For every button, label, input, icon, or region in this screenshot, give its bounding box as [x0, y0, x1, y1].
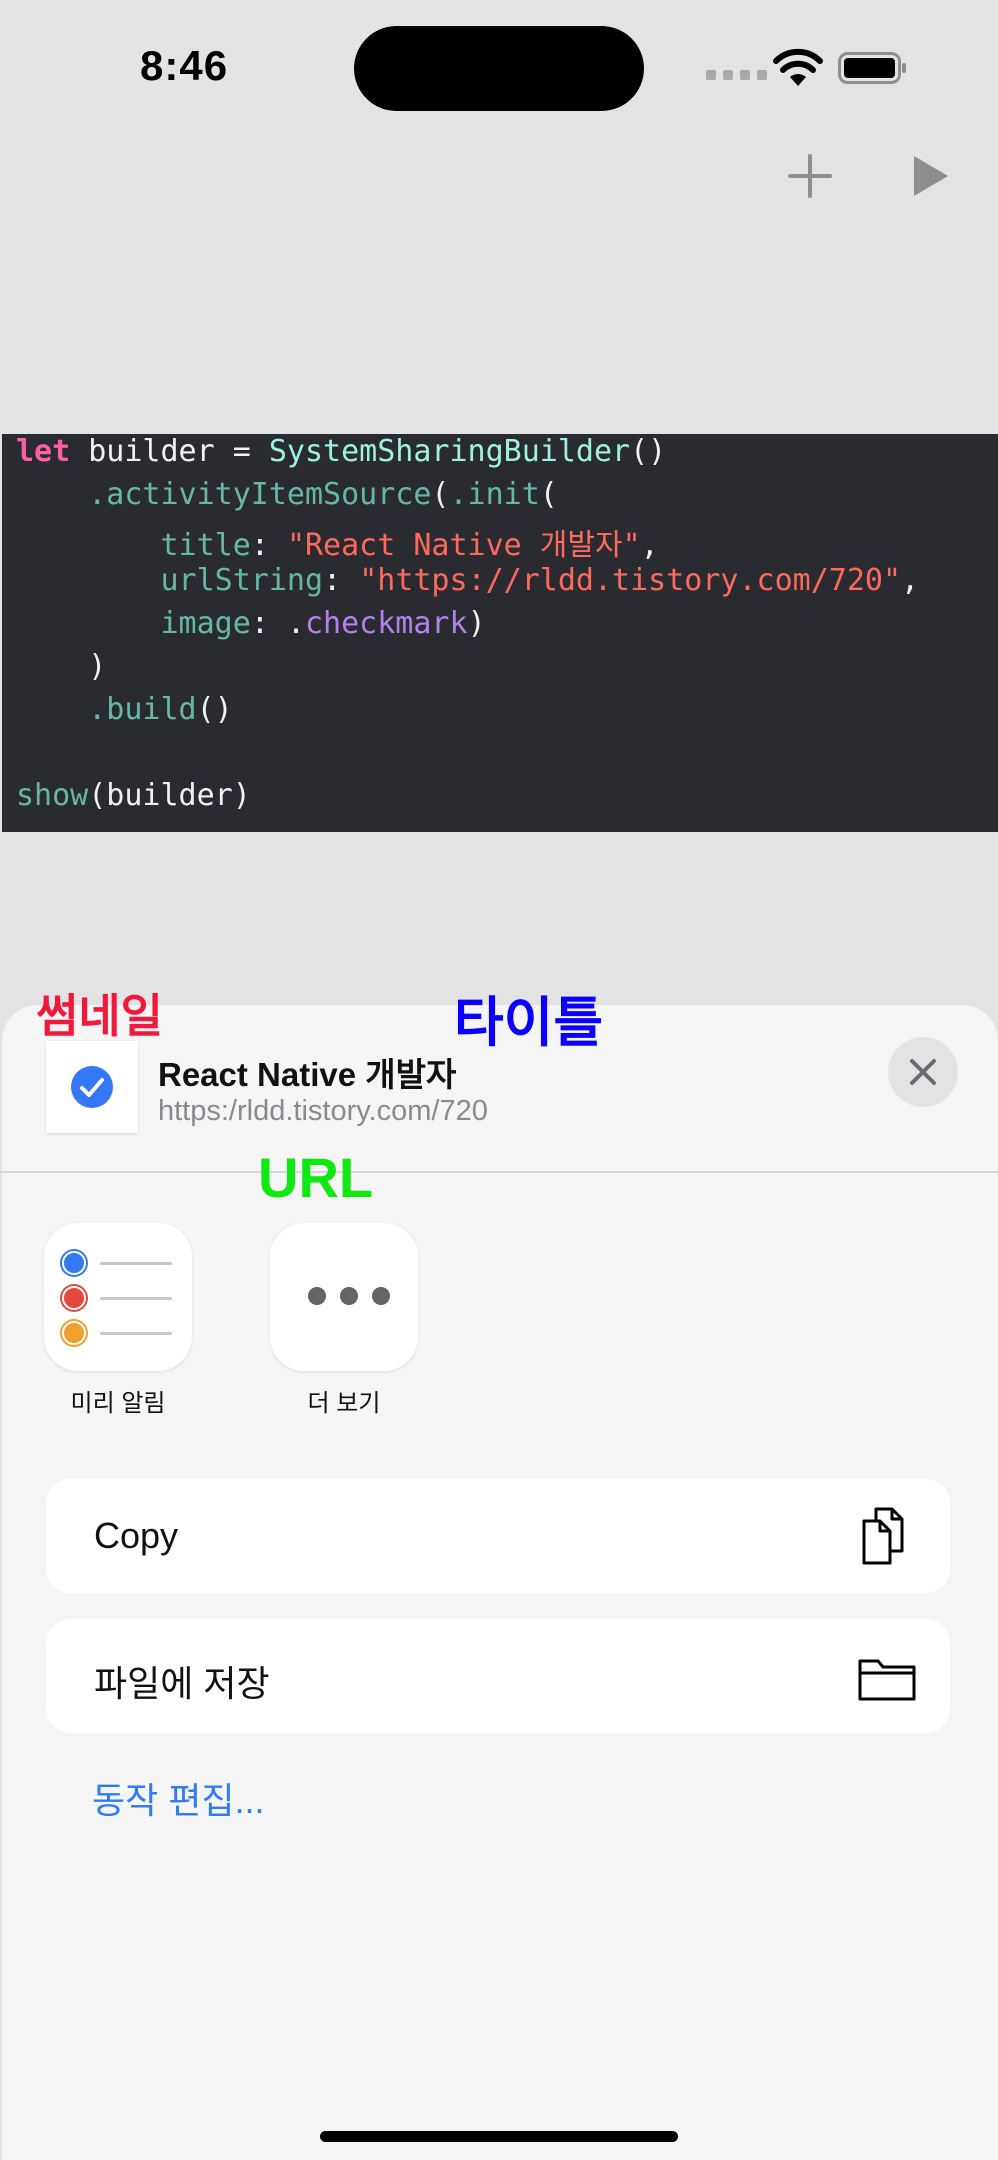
- edit-actions-link[interactable]: 동작 편집...: [92, 1772, 265, 1824]
- save-to-files-action[interactable]: 파일에 저장: [46, 1619, 950, 1733]
- code-line-5: image: .checkmark): [160, 606, 486, 641]
- code-line-1: let builder = SystemSharingBuilder(): [16, 434, 667, 469]
- share-thumbnail: [46, 1041, 138, 1133]
- divider: [0, 1171, 998, 1173]
- share-title: React Native 개발자: [158, 1056, 457, 1093]
- more-icon: [308, 1287, 390, 1305]
- cellular-signal-icon: [706, 70, 767, 80]
- reminders-app-label: 미리 알림: [70, 1390, 166, 1417]
- code-block: let builder = SystemSharingBuilder() .ac…: [2, 434, 998, 832]
- code-line-7: .build(): [88, 692, 233, 727]
- share-url: https:/rldd.tistory.com/720: [158, 1095, 488, 1127]
- close-button[interactable]: [888, 1037, 958, 1107]
- status-time: 8:46: [140, 42, 229, 89]
- play-icon[interactable]: [908, 152, 952, 200]
- close-icon: [910, 1059, 936, 1085]
- screen: 8:46 let builder = SystemSharingBuilder(…: [0, 0, 998, 2160]
- code-line-2: .activityItemSource(.init(: [88, 477, 558, 512]
- code-line-3: title: "React Native 개발자",: [160, 528, 659, 563]
- wifi-icon: [773, 48, 823, 86]
- dynamic-island: [354, 26, 644, 111]
- annotation-title: 타이틀: [454, 993, 604, 1053]
- checkmark-icon: [71, 1066, 113, 1108]
- folder-icon: [858, 1659, 916, 1701]
- more-app-button[interactable]: [270, 1223, 418, 1371]
- battery-icon: [838, 52, 906, 84]
- reminders-app-button[interactable]: [44, 1223, 192, 1371]
- copy-icon: [862, 1507, 904, 1565]
- copy-action-label: Copy: [94, 1515, 179, 1556]
- more-app-label: 더 보기: [307, 1390, 381, 1417]
- code-line-4: urlString: "https://rldd.tistory.com/720…: [160, 563, 920, 598]
- annotation-thumbnail: 썸네일: [36, 990, 163, 1042]
- annotation-url: URL: [258, 1146, 374, 1209]
- code-line-9: show(builder): [16, 778, 251, 813]
- plus-icon[interactable]: [786, 152, 834, 200]
- copy-action[interactable]: Copy: [46, 1479, 950, 1593]
- save-to-files-label: 파일에 저장: [94, 1663, 270, 1704]
- code-line-6: ): [88, 649, 107, 684]
- home-indicator[interactable]: [320, 2131, 678, 2142]
